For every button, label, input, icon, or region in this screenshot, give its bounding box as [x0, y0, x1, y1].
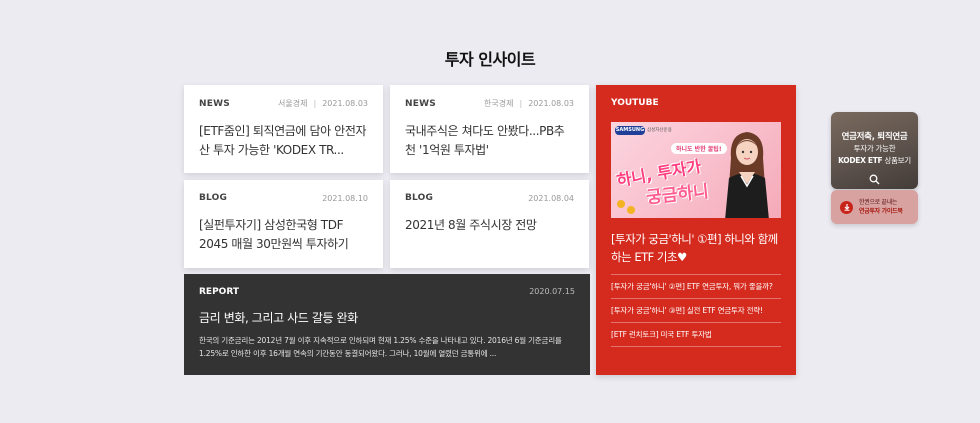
search-icon — [869, 170, 880, 189]
card-date: 2021.08.04 — [528, 193, 574, 203]
video-list-item[interactable]: [ETF 런치토크] 미국 ETF 투자법 — [611, 323, 781, 347]
card-date: 2021.08.03 — [528, 99, 574, 108]
brand-text: 삼성자산운용 — [647, 128, 672, 133]
coin-icon — [617, 200, 625, 208]
promo-line3-bold: KODEX ETF — [838, 156, 883, 165]
coin-icon — [627, 206, 635, 214]
video-list-item[interactable]: [투자가 궁금'하니' ②편] ETF 연금투자, 뭐가 좋을까? — [611, 275, 781, 299]
promo-line1: 연금저축, 퇴직연금 — [841, 132, 908, 142]
card-title[interactable]: [ETF줌인] 퇴직연금에 담아 안전자산 투자 가능한 'KODEX TR..… — [199, 122, 368, 160]
pension-guidebook-button[interactable]: 한권으로 끝내는 연금투자 가이드북 — [831, 190, 918, 224]
guide-line1: 한권으로 끝내는 — [859, 199, 898, 206]
promo-line2: 투자가 가능한 — [853, 144, 896, 153]
video-list-item[interactable]: [투자가 궁금'하니' ③편] 실전 ETF 연금투자 전략! — [611, 299, 781, 323]
card-title[interactable]: 국내주식은 쳐다도 안봤다...PB추천 '1억원 투자법' — [405, 122, 574, 160]
presenter-illustration — [725, 132, 769, 218]
youtube-category: YOUTUBE — [611, 98, 659, 108]
guide-line2: 연금투자 가이드북 — [859, 208, 903, 215]
video-thumbnail[interactable]: SAMSUNG 삼성자산운용 하니도 반한 꿀팁! 하니, 투자가 궁금하니 — [611, 122, 781, 218]
card-source: 한국경제 — [484, 99, 514, 108]
report-card[interactable]: REPORT 2020.07.15 금리 변화, 그리고 사드 갈등 완화 한국… — [184, 274, 590, 375]
card-category: BLOG — [405, 193, 434, 203]
report-description: 한국의 기준금리는 2012년 7월 이후 지속적으로 인하되며 현재 1.25… — [199, 336, 562, 358]
guide-text: 한권으로 끝내는 연금투자 가이드북 — [859, 198, 903, 216]
thumbnail-headline-2: 궁금하니 — [645, 181, 710, 209]
video-main-title[interactable]: [투자가 궁금'하니' ①편] 하니와 함께하는 ETF 기초♥ — [611, 230, 781, 275]
news-card-1[interactable]: NEWS 서울경제 | 2021.08.03 [ETF줌인] 퇴직연금에 담아 안전… — [184, 85, 383, 173]
samsung-logo: SAMSUNG — [615, 126, 645, 135]
blog-card-1[interactable]: BLOG 2021.08.10 [실펀투자기] 삼성한국형 TDF 2045 매… — [184, 180, 383, 268]
card-title[interactable]: [실펀투자기] 삼성한국형 TDF 2045 매월 30만원씩 투자하기 — [199, 216, 368, 254]
kodex-etf-promo[interactable]: 연금저축, 퇴직연금 투자가 가능한 KODEX ETF 상품보기 — [831, 112, 918, 189]
card-title[interactable]: 2021년 8월 주식시장 전망 — [405, 216, 574, 235]
report-title[interactable]: 금리 변화, 그리고 사드 갈등 완화 — [199, 309, 575, 326]
promo-line3: KODEX ETF 상품보기 — [831, 155, 918, 166]
card-date: 2021.08.10 — [322, 193, 368, 203]
youtube-panel: YOUTUBE SAMSUNG 삼성자산운용 하니도 반한 꿀팁! 하니, 투자… — [596, 85, 796, 375]
blog-card-2[interactable]: BLOG 2021.08.04 2021년 8월 주식시장 전망 — [390, 180, 589, 268]
separator: | — [519, 99, 523, 108]
report-date: 2020.07.15 — [529, 287, 575, 296]
report-category: REPORT — [199, 287, 239, 297]
card-category: BLOG — [199, 193, 228, 203]
card-source: 서울경제 — [278, 99, 308, 108]
card-date: 2021.08.03 — [322, 99, 368, 108]
card-meta: 한국경제 | 2021.08.03 — [484, 98, 574, 109]
promo-line3-rest: 상품보기 — [882, 156, 911, 165]
card-category: NEWS — [405, 98, 436, 109]
card-category: NEWS — [199, 98, 230, 109]
card-meta: 서울경제 | 2021.08.03 — [278, 98, 368, 109]
news-card-2[interactable]: NEWS 한국경제 | 2021.08.03 국내주식은 쳐다도 안봤다...PB추… — [390, 85, 589, 173]
download-icon — [840, 200, 853, 214]
separator: | — [313, 99, 317, 108]
section-title: 투자 인사이트 — [444, 50, 536, 69]
